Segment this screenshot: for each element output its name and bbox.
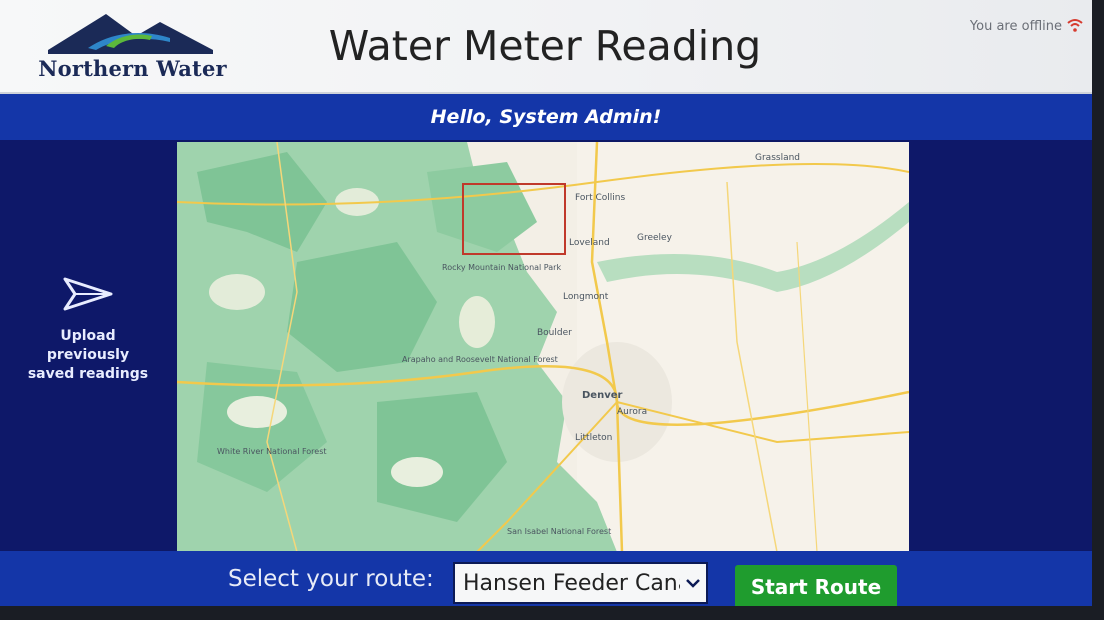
map-label-area: Grassland xyxy=(755,153,800,163)
left-panel: Upload previously saved readings xyxy=(0,140,176,550)
route-dropdown[interactable]: Hansen Feeder Canal xyxy=(453,562,708,604)
upload-label: Upload previously saved readings xyxy=(18,327,158,384)
map-label-city: Fort Collins xyxy=(575,193,625,203)
logo-text: Northern Water xyxy=(38,56,227,81)
map-label-city: Loveland xyxy=(569,238,610,248)
chevron-down-icon[interactable] xyxy=(680,564,706,602)
mountain-logo-icon xyxy=(48,14,213,54)
offline-status: You are offline xyxy=(970,18,1084,34)
upload-label-line: previously xyxy=(46,347,130,363)
offline-text: You are offline xyxy=(969,18,1062,34)
map-label-city: Longmont xyxy=(563,292,609,302)
map-label-area: San Isabel National Forest xyxy=(507,527,611,536)
map-label-city: Greeley xyxy=(637,233,673,243)
northern-water-logo: Northern Water xyxy=(30,8,235,84)
map-canvas: Fort Collins Loveland Greeley Longmont B… xyxy=(177,142,909,552)
app-screen: Northern Water Water Meter Reading You a… xyxy=(0,0,1092,606)
route-map[interactable]: Fort Collins Loveland Greeley Longmont B… xyxy=(177,142,909,552)
upload-label-line: Upload xyxy=(60,328,116,344)
page-title: Water Meter Reading xyxy=(328,22,762,70)
wifi-off-icon xyxy=(1067,19,1083,32)
greeting-banner: Hello, System Admin! xyxy=(0,94,1092,140)
upload-saved-readings-button[interactable]: Upload previously saved readings xyxy=(18,275,158,384)
map-label-city: Boulder xyxy=(537,328,572,338)
route-select-label: Select your route: xyxy=(228,566,434,592)
start-route-button[interactable]: Start Route xyxy=(735,565,897,606)
map-label-city: Denver xyxy=(582,390,623,401)
route-selection-bar: Select your route: Hansen Feeder Canal S… xyxy=(0,551,1092,606)
map-label-area: White River National Forest xyxy=(217,447,327,456)
map-label-city: Aurora xyxy=(617,407,647,417)
map-label-city: Littleton xyxy=(575,433,612,443)
right-panel xyxy=(909,140,1092,550)
header: Northern Water Water Meter Reading You a… xyxy=(0,0,1092,94)
route-selected-value: Hansen Feeder Canal xyxy=(463,570,685,596)
map-label-area: Rocky Mountain National Park xyxy=(442,263,561,272)
upload-label-line: saved readings xyxy=(27,366,149,382)
map-label-area: Arapaho and Roosevelt National Forest xyxy=(402,355,558,364)
send-icon xyxy=(63,277,113,311)
